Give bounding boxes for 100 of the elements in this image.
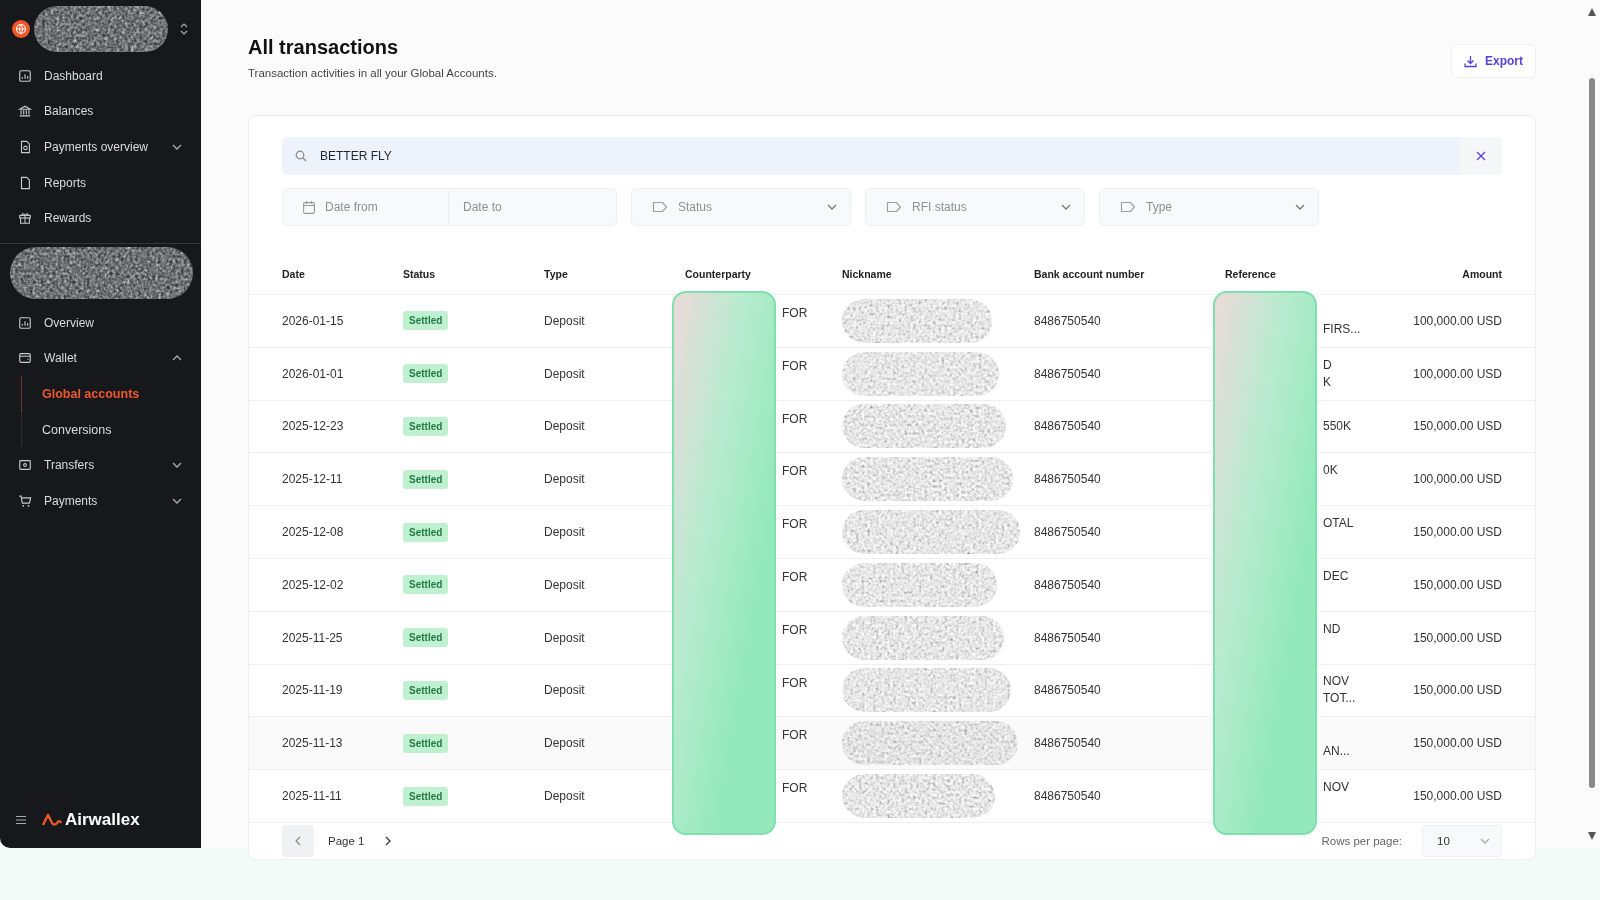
reference-cell: OTAL (1323, 515, 1354, 533)
page-title: All transactions (248, 36, 400, 59)
amount-cell-text: 150,000.00 USD (1412, 736, 1502, 751)
column-header[interactable]: Date (282, 268, 403, 280)
logo-icon (42, 813, 62, 827)
clear-button[interactable] (1460, 137, 1502, 175)
amount-cell-text: 150,000.00 USD (1412, 789, 1502, 804)
column-header[interactable]: Status (403, 268, 544, 280)
tag-icon (652, 201, 668, 213)
download-icon (1464, 54, 1477, 68)
column-header[interactable]: Nickname (842, 268, 1034, 280)
status-badge: Settled (403, 628, 449, 648)
date-cell-text: 2025-12-11 (282, 472, 344, 487)
status-badge: Settled (403, 786, 449, 806)
account-number-cell-text: 8486750540 (1034, 525, 1102, 540)
cart-icon (18, 493, 32, 508)
sidebar-item[interactable]: Payments (0, 482, 201, 519)
column-header[interactable]: Type (544, 268, 685, 280)
status-badge: Settled (403, 311, 449, 331)
counterparty-cell: FOR (782, 464, 808, 479)
counterparty-cell: FOR (782, 411, 808, 426)
date-cell-text: 2025-12-23 (282, 419, 345, 434)
counterparty-cell: FOR (782, 781, 808, 796)
sidebar-item[interactable]: Wallet (0, 340, 201, 377)
counterparty-cell: FOR (782, 728, 808, 743)
date-cell-text: 2026-01-01 (282, 366, 345, 381)
reference-cell: FIRS... (1323, 320, 1361, 338)
account-number-cell-text: 8486750540 (1034, 736, 1102, 751)
reference-cell: K (1323, 373, 1331, 391)
amount-cell-text: 150,000.00 USD (1412, 630, 1502, 645)
amount-cell-text: 150,000.00 USD (1412, 419, 1502, 434)
wallet-icon (18, 351, 32, 366)
column-header[interactable]: Reference (1225, 268, 1395, 280)
reference-cell: AN... (1323, 743, 1350, 761)
status-badge: Settled (403, 364, 449, 384)
reference-cell: NOV (1323, 779, 1349, 797)
type-cell-text: Deposit (544, 525, 586, 540)
counterparty-cell: FOR (782, 517, 808, 532)
sidebar-item[interactable]: Reports (0, 164, 201, 201)
reference-cell: 550K (1323, 419, 1352, 433)
page-label: Page 1 (328, 834, 365, 847)
date-cell-text: 2025-11-19 (282, 683, 344, 698)
account-number-cell-text: 8486750540 (1034, 630, 1102, 645)
sidebar-subitem[interactable]: Conversions (22, 411, 201, 448)
rows-per-page-select[interactable]: 10 (1422, 824, 1502, 857)
account-number-cell-text: 8486750540 (1034, 472, 1102, 487)
document-icon (18, 175, 32, 190)
status-badge: Settled (403, 680, 449, 700)
bank-icon (18, 104, 32, 119)
sidebar-item[interactable]: Payments overview (0, 129, 201, 165)
date-cell-text: 2025-12-02 (282, 577, 345, 592)
amount-cell-text: 150,000.00 USD (1412, 525, 1502, 540)
counterparty-cell: FOR (782, 306, 808, 320)
column-header[interactable]: Counterparty (685, 268, 842, 280)
counterparty-cell: FOR (782, 358, 808, 373)
gift-icon (18, 211, 32, 226)
sidebar-item[interactable]: Balances (0, 93, 201, 130)
brand-name: Airwallex (65, 810, 140, 830)
counterparty-cell: FOR (782, 622, 808, 637)
date-cell-text: 2026-01-15 (282, 313, 345, 328)
reference-cell: NOV (1323, 673, 1349, 691)
amount-cell-text: 150,000.00 USD (1412, 683, 1502, 698)
sort-icon (179, 22, 189, 36)
type-cell-text: Deposit (544, 419, 586, 434)
chart-icon (18, 315, 32, 330)
menu-icon[interactable] (16, 815, 26, 825)
chart-icon (18, 68, 32, 83)
globe-icon (12, 20, 30, 38)
type-cell-text: Deposit (544, 577, 586, 592)
status-badge: Settled (403, 522, 449, 542)
search-icon (295, 150, 307, 162)
date-cell-text: 2025-11-25 (282, 630, 344, 645)
sidebar-item[interactable]: Dashboard (0, 58, 201, 94)
account-number-cell-text: 8486750540 (1034, 313, 1102, 328)
type-cell-text: Deposit (544, 683, 586, 698)
type-cell-text: Deposit (544, 789, 586, 804)
column-header[interactable]: Bank account number (1034, 268, 1225, 280)
account-number-cell-text: 8486750540 (1034, 789, 1102, 804)
status-badge: Settled (403, 469, 449, 489)
column-header[interactable]: Amount (1395, 268, 1502, 280)
tag-icon (1120, 201, 1136, 213)
account-number-cell-text: 8486750540 (1034, 577, 1102, 592)
counterparty-cell: FOR (782, 675, 808, 690)
reference-cell: DEC (1323, 567, 1349, 585)
page-subtitle: Transaction activities in all your Global Accounts. (248, 67, 497, 79)
close-icon (1476, 151, 1486, 161)
sidebar-item[interactable]: Overview (0, 304, 201, 341)
reference-cell: TOT... (1323, 690, 1356, 708)
type-cell-text: Deposit (544, 736, 586, 751)
rows-per-page-label: Rows per page: (1321, 834, 1402, 847)
type-cell-text: Deposit (544, 313, 586, 328)
export-button[interactable]: Export (1451, 44, 1536, 78)
type-cell-text: Deposit (544, 472, 586, 487)
search-field[interactable]: BETTER FLY (282, 137, 1502, 175)
amount-cell-text: 100,000.00 USD (1412, 313, 1502, 328)
amount-cell-text: 100,000.00 USD (1412, 472, 1502, 487)
sidebar-item[interactable]: Transfers (0, 447, 201, 483)
sidebar-item[interactable]: Rewards (0, 200, 201, 236)
sidebar-subitem[interactable]: Global accounts (21, 376, 201, 412)
document-search-icon (18, 140, 32, 154)
